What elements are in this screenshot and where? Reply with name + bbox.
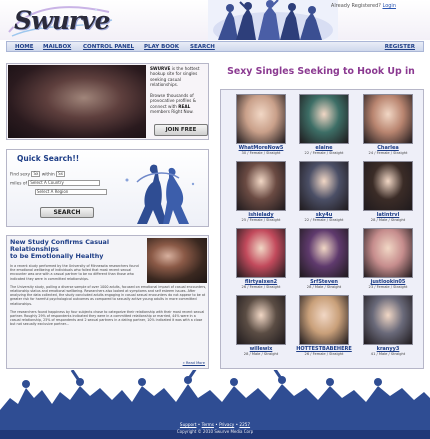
search-row-region: Select A Region xyxy=(35,189,107,196)
footer-2257-link[interactable]: 2257 xyxy=(239,422,250,427)
nav-mailbox[interactable]: MAILBOX xyxy=(43,44,71,50)
already-registered: Already Registered? Login xyxy=(331,3,396,9)
profile-meta: 23 / Female / Straight xyxy=(368,285,408,289)
profile-photo[interactable] xyxy=(236,161,286,211)
site-header: Swurve Already Registered? Login xyxy=(0,0,430,40)
profile-meta: 25 / Female / Straight xyxy=(241,218,281,222)
study-article: New Study Confirms Casual Relationships … xyxy=(6,235,209,369)
promo-panel: SWURVE is the hottest hookup site for si… xyxy=(6,63,209,140)
profile-meta: 26 / Female / Straight xyxy=(304,352,344,356)
promo-brand: SWURVE xyxy=(150,66,171,71)
study-body: In a recent study performed by the Unive… xyxy=(10,264,207,331)
profile-meta: 41 / Male / Straight xyxy=(370,352,406,356)
study-title-line2: to be Emotionally Healthy xyxy=(10,252,104,260)
footer-terms-link[interactable]: Terms xyxy=(202,422,214,427)
find-select[interactable]: Sx xyxy=(31,171,41,177)
profile-card[interactable]: SrfSteven 28 / Male / Straight xyxy=(294,228,354,289)
singles-panel: WhatMoreNow5 30 / Female / Straight elaine… xyxy=(220,89,424,369)
footer-privacy-link[interactable]: Privacy xyxy=(219,422,234,427)
profile-card[interactable]: flirtyaixen2 26 / Female / Straight xyxy=(231,228,291,289)
study-paragraph-1: In a recent study performed by the Unive… xyxy=(10,264,139,281)
profile-card[interactable]: sky4u 22 / Female / Straight xyxy=(294,161,354,222)
footer-copyright: Copyright © 2010 Swurve Media Corp xyxy=(176,429,254,434)
couple-silhouette-graphic xyxy=(125,164,195,224)
profile-meta: 28 / Male / Straight xyxy=(243,352,279,356)
profile-card[interactable]: HOTTESTBABEHERE 26 / Female / Straight xyxy=(294,295,354,356)
promo-body3: members Right Now. xyxy=(150,109,194,115)
study-paragraph-2: The University study, polling a diverse … xyxy=(10,284,207,306)
profile-card[interactable]: justlookin05 23 / Female / Straight xyxy=(358,228,418,289)
quick-search-panel: Quick Search!! Find sexy Sx within Sx mi… xyxy=(6,149,209,227)
header-crowd-graphic xyxy=(208,0,338,40)
profile-photo[interactable] xyxy=(236,228,286,278)
nav-play-book[interactable]: PLAY BOOK xyxy=(144,44,179,50)
site-logo[interactable]: Swurve xyxy=(14,6,110,35)
profile-meta: 28 / Male / Straight xyxy=(306,285,342,289)
profile-photo[interactable] xyxy=(236,295,286,345)
profile-card[interactable]: willewix 28 / Male / Straight xyxy=(231,295,291,356)
quick-search-title: Quick Search!! xyxy=(17,154,80,163)
profile-photo[interactable] xyxy=(299,161,349,211)
nav-home[interactable]: HOME xyxy=(15,44,34,50)
promo-photo xyxy=(8,65,146,138)
nav-control-panel[interactable]: CONTROL PANEL xyxy=(83,44,134,50)
profile-card[interactable]: elaine 22 / Female / Straight xyxy=(294,94,354,155)
singles-title: Sexy Singles Seeking to Hook Up in xyxy=(227,66,415,77)
within-select[interactable]: Sx xyxy=(56,171,66,177)
profile-photo[interactable] xyxy=(299,295,349,345)
profile-card[interactable]: WhatMoreNow5 30 / Female / Straight xyxy=(231,94,291,155)
profile-photo[interactable] xyxy=(363,161,413,211)
nav-search[interactable]: SEARCH xyxy=(190,44,215,50)
profile-meta: 30 / Female / Straight xyxy=(241,151,281,155)
study-title[interactable]: New Study Confirms Casual Relationships … xyxy=(10,239,145,260)
region-select[interactable]: Select A Region xyxy=(35,189,107,195)
within-label: within xyxy=(41,172,55,178)
already-registered-text: Already Registered? xyxy=(330,3,381,9)
profile-meta: 26 / Female / Straight xyxy=(241,285,281,289)
study-title-line1: New Study Confirms Casual Relationships xyxy=(10,238,110,253)
read-more-link[interactable]: » Read More xyxy=(183,361,205,365)
profile-photo[interactable] xyxy=(299,94,349,144)
profile-photo[interactable] xyxy=(363,228,413,278)
nav-register[interactable]: REGISTER xyxy=(385,44,415,50)
profile-card[interactable]: kranyy3 41 / Male / Straight xyxy=(358,295,418,356)
join-free-button[interactable]: JOIN FREE xyxy=(154,124,208,136)
profile-meta: 24 / Female / Straight xyxy=(368,151,408,155)
footer-links: Support • Terms • Privacy • 2257 xyxy=(179,422,251,427)
profile-photo[interactable] xyxy=(236,94,286,144)
find-label: Find sexy xyxy=(10,172,31,178)
profile-photo[interactable] xyxy=(363,94,413,144)
profile-card[interactable]: ishielady 25 / Female / Straight xyxy=(231,161,291,222)
study-paragraph-3: The researchers found happiness by four … xyxy=(10,309,205,327)
search-row-find: Find sexy Sx within Sx xyxy=(10,171,66,178)
profile-photo[interactable] xyxy=(299,228,349,278)
footer-support-link[interactable]: Support xyxy=(180,422,197,427)
profile-card[interactable]: latintrvl 28 / Male / Straight xyxy=(358,161,418,222)
promo-text: SWURVE is the hottest hookup site for si… xyxy=(150,66,208,115)
profile-meta: 22 / Female / Straight xyxy=(304,218,344,222)
promo-real: REAL xyxy=(178,103,191,109)
miles-label: miles of xyxy=(10,181,27,187)
profile-meta: 28 / Male / Straight xyxy=(370,218,406,222)
search-row-country: miles of Select A Country xyxy=(10,180,101,187)
country-select[interactable]: Select A Country xyxy=(28,180,101,186)
profile-meta: 22 / Female / Straight xyxy=(304,151,344,155)
main-nav: HOME MAILBOX CONTROL PANEL PLAY BOOK SEA… xyxy=(6,41,424,52)
profile-photo[interactable] xyxy=(363,295,413,345)
profile-card[interactable]: Charlea 24 / Female / Straight xyxy=(358,94,418,155)
login-link[interactable]: Login xyxy=(383,3,397,9)
search-button[interactable]: SEARCH xyxy=(40,207,94,218)
